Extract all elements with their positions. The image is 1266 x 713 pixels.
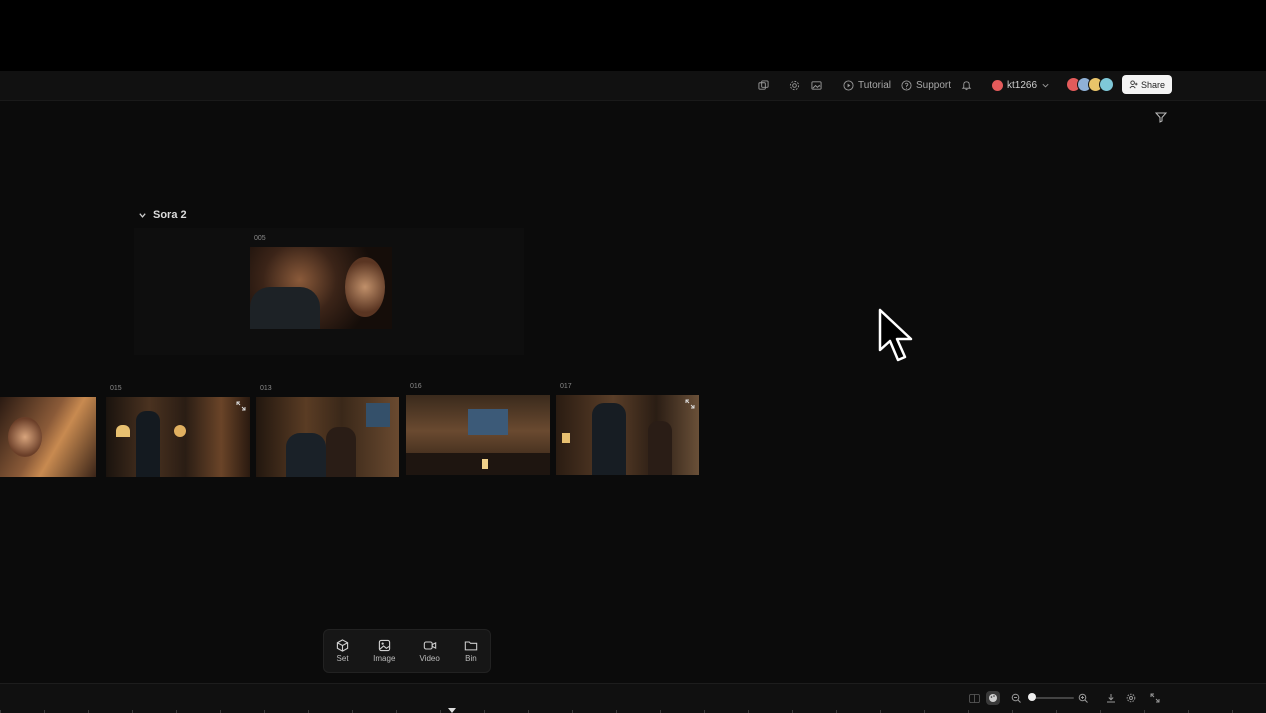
- video-tool[interactable]: Video: [420, 639, 440, 663]
- settings-icon[interactable]: [1124, 691, 1138, 705]
- video-label: Video: [419, 654, 440, 663]
- layout-icon[interactable]: [967, 691, 981, 705]
- image-icon: [378, 639, 390, 652]
- clip-thumbnail: [250, 247, 392, 329]
- bin-tool[interactable]: Bin: [464, 639, 478, 663]
- mouse-cursor-icon: [878, 308, 916, 367]
- user-plus-icon: [1129, 80, 1138, 89]
- username-label: kt1266: [1007, 79, 1038, 91]
- user-avatar: [992, 79, 1003, 91]
- clip-label: 015: [110, 385, 122, 392]
- image-label: Image: [373, 654, 396, 663]
- filter-icon[interactable]: [1154, 111, 1169, 125]
- clip-card[interactable]: 013: [256, 385, 399, 477]
- image-tool[interactable]: Image: [373, 639, 395, 663]
- canvas-app: Tutorial Support kt1266 Share Sora 2 005…: [0, 71, 1266, 713]
- help-circle-icon: [901, 79, 912, 91]
- group-header[interactable]: Sora 2: [138, 209, 187, 221]
- clip-thumbnail: [556, 395, 699, 475]
- tutorial-button[interactable]: Tutorial: [843, 76, 891, 94]
- play-circle-icon: [843, 79, 854, 91]
- chevron-down-icon: [139, 212, 146, 218]
- cube-icon: [336, 639, 349, 652]
- clip-thumbnail: [406, 395, 550, 475]
- video-camera-icon: [423, 641, 436, 650]
- clip-label: 017: [560, 383, 572, 390]
- top-bar: Tutorial Support kt1266 Share: [0, 71, 1266, 101]
- expand-icon[interactable]: [685, 399, 695, 409]
- clip-card[interactable]: 017: [556, 383, 699, 475]
- tutorial-label: Tutorial: [858, 79, 891, 91]
- palette-icon[interactable]: [986, 691, 1000, 705]
- clip-card[interactable]: 015: [106, 385, 250, 477]
- zoom-out-icon[interactable]: [1009, 691, 1023, 705]
- clip-card[interactable]: 016: [406, 383, 550, 475]
- bell-icon[interactable]: [958, 77, 974, 93]
- clip-label: 016: [410, 383, 422, 390]
- image-icon[interactable]: [808, 77, 824, 93]
- folder-icon: [464, 641, 478, 651]
- copy-icon[interactable]: [755, 77, 771, 93]
- bottom-toolbar: Set Image Video Bin: [323, 629, 491, 673]
- clip-thumbnail: [106, 397, 250, 477]
- download-icon[interactable]: [1104, 691, 1118, 705]
- playhead-marker[interactable]: [448, 708, 456, 713]
- group-title: Sora 2: [153, 209, 187, 221]
- set-tool[interactable]: Set: [336, 639, 349, 663]
- bin-label: Bin: [465, 654, 477, 663]
- clip-label: 005: [254, 235, 266, 242]
- set-label: Set: [336, 654, 349, 663]
- avatar: [1099, 77, 1114, 92]
- clip-thumbnail: [256, 397, 399, 477]
- support-button[interactable]: Support: [901, 76, 951, 94]
- letterbox-top: [0, 0, 1266, 71]
- chevron-down-icon: [1042, 83, 1049, 87]
- clip-card[interactable]: 005: [250, 235, 392, 329]
- zoom-in-icon[interactable]: [1076, 691, 1090, 705]
- share-label: Share: [1140, 79, 1166, 90]
- expand-icon[interactable]: [236, 401, 246, 411]
- timeline-bar[interactable]: [0, 683, 1266, 713]
- clip-label: 013: [260, 385, 272, 392]
- support-label: Support: [916, 79, 952, 91]
- settings-icon[interactable]: [786, 77, 802, 93]
- collaborator-avatars[interactable]: [1066, 77, 1114, 92]
- zoom-slider-handle[interactable]: [1028, 693, 1036, 701]
- user-menu[interactable]: kt1266: [992, 76, 1050, 94]
- share-button[interactable]: Share: [1122, 75, 1172, 94]
- expand-icon[interactable]: [1148, 691, 1162, 705]
- clip-card[interactable]: [0, 397, 96, 477]
- clip-thumbnail: [0, 397, 96, 477]
